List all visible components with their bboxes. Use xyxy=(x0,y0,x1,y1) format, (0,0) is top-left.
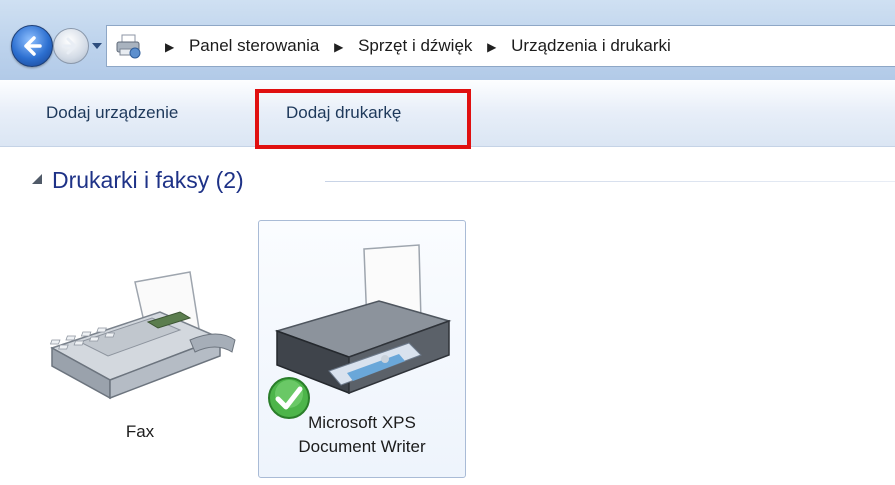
breadcrumb-item-hardware-sound[interactable]: Sprzęt i dźwięk xyxy=(358,36,472,55)
device-fax[interactable]: Fax xyxy=(40,230,240,480)
back-button[interactable] xyxy=(11,25,53,67)
forward-arrow-icon xyxy=(62,37,77,55)
address-bar-strip: ▶ Panel sterowania ▶ Sprzęt i dźwięk ▶ U… xyxy=(0,0,895,80)
recent-pages-button[interactable] xyxy=(90,38,104,52)
breadcrumb: ▶ Panel sterowania ▶ Sprzęt i dźwięk ▶ U… xyxy=(155,26,671,66)
address-field[interactable]: ▶ Panel sterowania ▶ Sprzęt i dźwięk ▶ U… xyxy=(106,25,895,67)
device-label-line2: Document Writer xyxy=(298,437,426,456)
device-label-line1: Microsoft XPS xyxy=(308,413,416,432)
device-label: Fax xyxy=(125,422,155,441)
chevron-right-icon[interactable]: ▶ xyxy=(487,40,496,54)
forward-button[interactable] xyxy=(53,28,89,64)
device-label: Microsoft XPS Document Writer xyxy=(259,411,465,459)
dropdown-icon xyxy=(92,43,102,49)
add-device-button[interactable]: Dodaj urządzenie xyxy=(46,80,178,146)
fax-icon xyxy=(49,271,236,400)
group-divider xyxy=(325,181,895,182)
devices-and-printers-icon xyxy=(116,34,141,59)
collapse-arrow-icon[interactable] xyxy=(31,173,43,185)
breadcrumb-item-devices-printers[interactable]: Urządzenia i drukarki xyxy=(511,36,671,55)
chevron-right-icon[interactable]: ▶ xyxy=(334,40,343,54)
breadcrumb-item-control-panel[interactable]: Panel sterowania xyxy=(189,36,319,55)
group-title: Drukarki i faksy (2) xyxy=(52,167,244,193)
highlight-annotation xyxy=(255,89,471,149)
group-header-printers-faxes[interactable]: Drukarki i faksy (2) xyxy=(0,160,895,200)
back-arrow-icon xyxy=(24,36,42,56)
chevron-right-icon[interactable]: ▶ xyxy=(165,40,174,54)
device-microsoft-xps-document-writer[interactable]: Microsoft XPS Document Writer xyxy=(258,220,466,478)
